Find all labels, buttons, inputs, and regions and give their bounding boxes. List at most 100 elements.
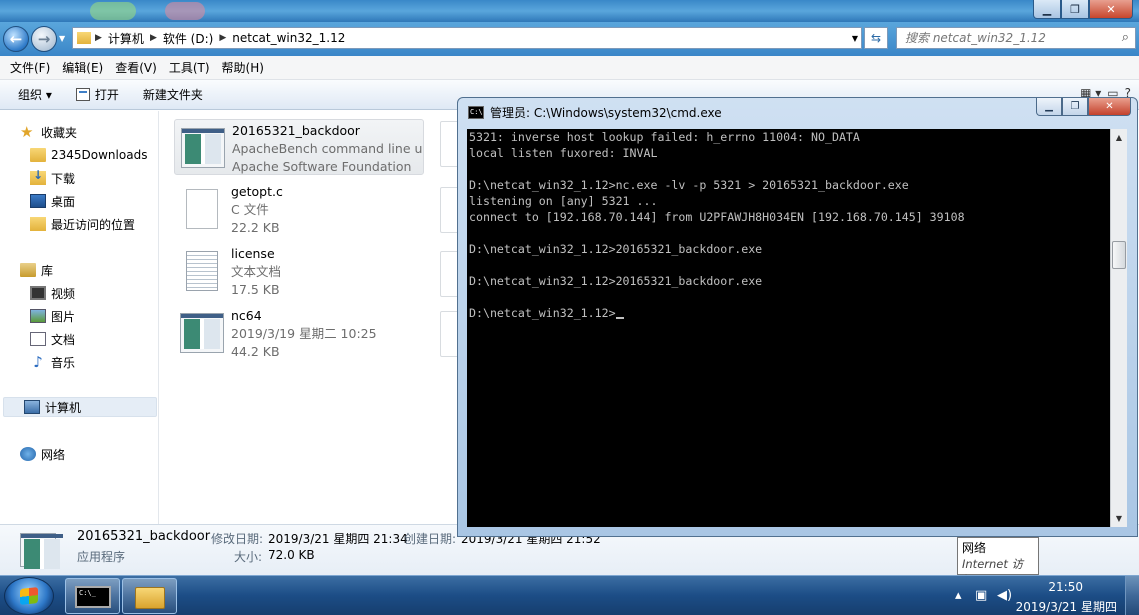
open-button[interactable]: 打开 bbox=[64, 86, 131, 103]
taskbar-cmd-button[interactable]: C:\_ bbox=[65, 578, 120, 614]
nav-documents[interactable]: 文档 bbox=[30, 329, 75, 349]
title-glass-decoration bbox=[90, 2, 136, 20]
file-text: 20165321_backdoor ApacheBench command li… bbox=[232, 122, 422, 176]
address-dropdown-icon[interactable]: ▼ bbox=[852, 34, 858, 43]
console-prompt-line[interactable]: D:\netcat_win32_1.12> bbox=[467, 305, 1110, 321]
console-output[interactable]: 5321: inverse host lookup failed: h_errn… bbox=[467, 129, 1110, 527]
menu-help[interactable]: 帮助(H) bbox=[216, 59, 270, 76]
file-item-nc64[interactable]: nc64 2019/3/19 星期二 10:25 44.2 KB bbox=[174, 305, 424, 361]
cmd-minimize-button[interactable]: ▁ bbox=[1036, 98, 1062, 116]
nav-recent-places[interactable]: 最近访问的位置 bbox=[30, 214, 135, 234]
nav-computer-label: 计算机 bbox=[45, 400, 82, 415]
back-arrow-icon[interactable]: ← bbox=[3, 26, 29, 52]
video-icon bbox=[30, 286, 46, 300]
new-folder-button[interactable]: 新建文件夹 bbox=[131, 86, 215, 103]
cmd-icon: C:\_ bbox=[75, 586, 111, 608]
cmd-title-text: 管理员: C:\Windows\system32\cmd.exe bbox=[490, 106, 722, 120]
show-desktop-button[interactable] bbox=[1125, 576, 1139, 615]
navigation-pane: ★ 收藏夹 2345Downloads 下载 桌面 最近访问的位置 库 视频 bbox=[0, 111, 159, 524]
nav-computer[interactable]: 计算机 bbox=[3, 397, 157, 417]
show-hidden-icons-icon[interactable]: ▴ bbox=[955, 588, 962, 603]
file-item-getopt-c[interactable]: getopt.c C 文件 22.2 KB bbox=[174, 181, 424, 237]
search-icon[interactable]: ⌕ bbox=[1122, 30, 1129, 45]
forward-arrow-icon[interactable]: → bbox=[31, 26, 57, 52]
file-size: 17.5 KB bbox=[231, 282, 280, 297]
star-icon: ★ bbox=[20, 123, 34, 141]
clock-time[interactable]: 21:50 bbox=[1048, 580, 1083, 594]
system-tray: ▴ ▣ ◀) 21:50 2019/3/21 星期四 bbox=[949, 576, 1139, 615]
nav-downloads[interactable]: 下载 bbox=[30, 168, 75, 188]
nav-videos[interactable]: 视频 bbox=[30, 283, 75, 303]
file-type: C 文件 bbox=[231, 202, 269, 217]
network-icon[interactable]: ▣ bbox=[975, 588, 987, 603]
breadcrumb-netcat-folder[interactable]: netcat_win32_1.12 bbox=[232, 31, 345, 45]
menu-view[interactable]: 查看(V) bbox=[109, 59, 163, 76]
cmd-icon[interactable]: C:\ bbox=[468, 106, 484, 119]
breadcrumb-computer[interactable]: 计算机 bbox=[108, 30, 144, 47]
breadcrumb-arrow-icon[interactable]: ▶ bbox=[219, 33, 226, 43]
search-input[interactable] bbox=[905, 31, 1105, 45]
tooltip-title: 网络 bbox=[962, 541, 987, 555]
libraries-icon bbox=[20, 263, 36, 277]
explorer-title-bar[interactable]: ▁ ❐ ✕ bbox=[0, 0, 1139, 22]
nav-libraries[interactable]: 库 bbox=[20, 260, 53, 280]
file-text: nc64 2019/3/19 星期二 10:25 44.2 KB bbox=[231, 307, 421, 361]
address-bar[interactable]: ▶ 计算机 ▶ 软件 (D:) ▶ netcat_win32_1.12 ▼ bbox=[72, 27, 862, 49]
search-box[interactable]: ⌕ bbox=[896, 27, 1136, 49]
scroll-up-arrow-icon[interactable]: ▲ bbox=[1111, 129, 1127, 146]
nav-pictures[interactable]: 图片 bbox=[30, 306, 75, 326]
maximize-button[interactable]: ❐ bbox=[1061, 0, 1089, 19]
breadcrumb-arrow-icon[interactable]: ▶ bbox=[95, 33, 102, 43]
file-item-license[interactable]: license 文本文档 17.5 KB bbox=[174, 243, 424, 299]
menu-edit[interactable]: 编辑(E) bbox=[56, 59, 109, 76]
application-icon bbox=[20, 533, 63, 569]
details-size-label: 大小: bbox=[234, 550, 263, 564]
cmd-maximize-button[interactable]: ❐ bbox=[1062, 98, 1088, 116]
application-icon bbox=[181, 128, 225, 168]
file-text: license 文本文档 17.5 KB bbox=[231, 245, 421, 299]
details-created-label: 创建日期: bbox=[404, 532, 457, 546]
console-line: D:\netcat_win32_1.12>20165321_backdoor.e… bbox=[469, 274, 763, 288]
recent-pages-dropdown-icon[interactable]: ▼ bbox=[59, 34, 65, 43]
documents-icon bbox=[30, 332, 46, 346]
navigation-row: ← → ▼ ▶ 计算机 ▶ 软件 (D:) ▶ netcat_win32_1.1… bbox=[0, 22, 1139, 56]
menu-file[interactable]: 文件(F) bbox=[4, 59, 56, 76]
nav-network-label: 网络 bbox=[41, 447, 66, 462]
breadcrumb-drive-d[interactable]: 软件 (D:) bbox=[163, 30, 213, 47]
nav-network[interactable]: 网络 bbox=[20, 444, 65, 464]
nav-recent-label: 最近访问的位置 bbox=[51, 217, 136, 232]
organize-button[interactable]: 组织 ▾ bbox=[0, 86, 64, 103]
file-size: 22.2 KB bbox=[231, 220, 280, 235]
nav-2345downloads[interactable]: 2345Downloads bbox=[30, 145, 147, 165]
console-line: D:\netcat_win32_1.12>nc.exe -lv -p 5321 … bbox=[469, 178, 909, 192]
breadcrumb-arrow-icon[interactable]: ▶ bbox=[150, 33, 157, 43]
scrollbar-thumb[interactable] bbox=[1112, 241, 1126, 269]
close-button[interactable]: ✕ bbox=[1089, 0, 1133, 19]
open-icon bbox=[75, 88, 90, 101]
scroll-down-arrow-icon[interactable]: ▼ bbox=[1111, 510, 1127, 527]
file-item-20165321-backdoor[interactable]: 20165321_backdoor ApacheBench command li… bbox=[174, 119, 424, 175]
nav-favorites[interactable]: ★ 收藏夹 bbox=[20, 122, 77, 142]
cmd-close-button[interactable]: ✕ bbox=[1088, 98, 1131, 116]
file-text: getopt.c C 文件 22.2 KB bbox=[231, 183, 421, 237]
taskbar-explorer-button[interactable] bbox=[122, 578, 177, 614]
start-button[interactable] bbox=[4, 577, 54, 615]
file-name: 20165321_backdoor bbox=[232, 123, 360, 138]
details-modified-value: 2019/3/21 星期四 21:34 bbox=[268, 532, 408, 546]
minimize-button[interactable]: ▁ bbox=[1033, 0, 1061, 19]
nav-music[interactable]: ♪ 音乐 bbox=[30, 352, 75, 372]
cmd-scrollbar[interactable]: ▲ ▼ bbox=[1110, 129, 1127, 527]
refresh-icon[interactable]: ⇆ bbox=[864, 27, 888, 49]
nav-desktop[interactable]: 桌面 bbox=[30, 191, 75, 211]
cmd-title-bar[interactable]: C:\ 管理员: C:\Windows\system32\cmd.exe bbox=[468, 104, 722, 121]
menu-tools[interactable]: 工具(T) bbox=[163, 59, 216, 76]
nav-pictures-label: 图片 bbox=[51, 309, 76, 324]
volume-icon[interactable]: ◀) bbox=[997, 588, 1012, 603]
computer-icon bbox=[24, 400, 40, 414]
text-cursor bbox=[615, 317, 624, 319]
recent-places-icon bbox=[30, 217, 46, 231]
clock-date[interactable]: 2019/3/21 星期四 bbox=[1016, 598, 1117, 615]
